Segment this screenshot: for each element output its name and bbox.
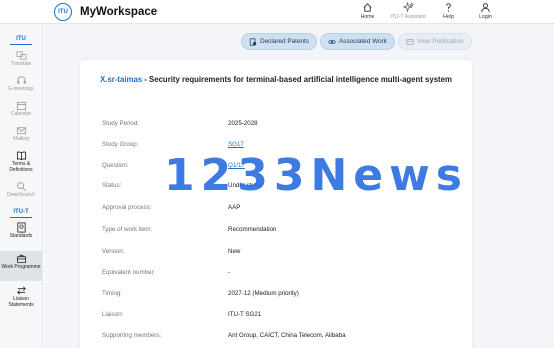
associated-work-button[interactable]: Associated Work (320, 33, 395, 50)
sidebar-item-label: E-meetings (8, 86, 34, 92)
sparkle-icon (402, 2, 414, 13)
sidebar-item-label: Liaison Statements (8, 296, 34, 308)
search-icon (16, 182, 26, 191)
nav-login-label: Login (479, 14, 492, 20)
link-icon (328, 39, 336, 44)
declared-patents-button[interactable]: Declared Patents (241, 33, 318, 50)
nav-assistant-label: ITU-T Assistant (390, 14, 426, 20)
field-label: Approval process: (102, 204, 152, 211)
standards-icon (16, 222, 26, 233)
field-row: Liaison: ITU-T SG21 (102, 311, 462, 318)
mail-icon (16, 127, 26, 135)
watermark-overlay: 1233News (164, 150, 468, 201)
field-label: Equivalent number: (102, 269, 156, 276)
field-label: Type of work item: (102, 226, 153, 233)
sidebar-item-label: Standards (9, 233, 33, 239)
associated-work-label: Associated Work (339, 38, 387, 45)
sidebar-item-mailing[interactable]: Mailing (0, 125, 42, 147)
top-bar: ITU MyWorkspace Home ITU-T Assistant Hel… (0, 0, 554, 24)
sidebar-item-terms[interactable]: Terms & Definitions (0, 150, 42, 178)
field-row: Study Group: SG17 (102, 141, 462, 148)
calendar-icon (16, 101, 26, 111)
sidebar-item-translate[interactable]: Translate (0, 50, 42, 72)
sidebar: ITU Translate E-meetings Calendar Mailin… (0, 24, 43, 348)
sidebar-item-deepsearch[interactable]: DeepSearch (0, 181, 42, 203)
sidebar-section-itut: ITU-T (10, 209, 32, 218)
sidebar-item-standards[interactable]: Standards (0, 222, 42, 248)
sidebar-item-emeetings[interactable]: E-meetings (0, 75, 42, 97)
work-item-code[interactable]: X.sr-taimas (100, 75, 142, 84)
sidebar-item-label: Calendar (10, 111, 32, 117)
nav-help-label: Help (443, 14, 454, 20)
itu-logo[interactable]: ITU (54, 2, 72, 21)
nav-assistant[interactable]: ITU-T Assistant (386, 2, 430, 20)
field-label: Study Period: (102, 120, 140, 127)
field-row: Study Period: 2025-2028 (102, 120, 462, 127)
sidebar-item-calendar[interactable]: Calendar (0, 100, 42, 122)
headset-icon (16, 76, 26, 84)
work-item-title: X.sr-taimas - Security requirements for … (92, 74, 460, 86)
logo-text: ITU (58, 8, 68, 15)
view-publication-label: View Publication (416, 38, 464, 45)
top-nav: Home ITU-T Assistant Help Login (349, 2, 504, 20)
field-label: Liaison: (102, 311, 124, 318)
field-label: Timing: (102, 290, 123, 297)
sidebar-item-work-programme[interactable]: Work Programme (0, 251, 42, 281)
sidebar-item-label: Translate (10, 61, 32, 67)
sidebar-section-itu: ITU (10, 36, 32, 45)
action-tabs: Declared Patents Associated Work View Pu… (241, 33, 472, 50)
field-row: Supporting members: Ant Group, CAICT, Chi… (102, 332, 462, 339)
sidebar-item-label: Mailing (13, 136, 29, 142)
field-row: Equivalent number: - (102, 269, 462, 276)
nav-home[interactable]: Home (349, 2, 386, 20)
field-value: 2025-2028 (228, 120, 258, 127)
sidebar-item-liaison[interactable]: Liaison Statements (0, 285, 42, 315)
declared-patents-label: Declared Patents (260, 38, 310, 45)
field-row: Timing: 2027-12 (Medium priority) (102, 290, 462, 297)
study-group-link[interactable]: SG17 (228, 141, 244, 148)
nav-home-label: Home (360, 14, 375, 20)
field-value: Recommendation (228, 226, 277, 233)
field-label: Version: (102, 248, 125, 255)
view-publication-button[interactable]: View Publication (397, 33, 472, 50)
work-item-card: X.sr-taimas - Security requirements for … (80, 60, 472, 348)
nav-help[interactable]: Help (430, 2, 467, 20)
work-item-title-text: - Security requirements for terminal-bas… (142, 75, 452, 84)
field-row: Type of work item: Recommendation (102, 226, 462, 233)
publication-icon (406, 38, 414, 45)
app-title: MyWorkspace (80, 5, 158, 18)
field-row: Version: New (102, 248, 462, 255)
exchange-icon (16, 286, 26, 295)
sidebar-item-label: Terms & Definitions (9, 161, 33, 173)
user-icon (481, 3, 490, 13)
patent-icon (249, 37, 257, 46)
sidebar-item-label: Work Programme (1, 264, 41, 270)
field-label: Study Group: (102, 141, 139, 148)
briefcase-icon (16, 254, 26, 264)
translate-icon (16, 51, 26, 60)
question-icon (446, 3, 451, 12)
field-value: AAP (228, 204, 241, 211)
field-value: New (228, 248, 241, 255)
field-value: 2027-12 (Medium priority) (228, 290, 299, 297)
field-value: - (228, 269, 231, 276)
home-icon (363, 3, 372, 12)
field-value: ITU-T SG21 (228, 311, 262, 318)
nav-login[interactable]: Login (467, 2, 504, 20)
field-row: Approval process: AAP (102, 204, 462, 211)
field-label: Supporting members: (102, 332, 162, 339)
book-icon (16, 151, 26, 161)
sidebar-item-label: DeepSearch (7, 192, 35, 198)
field-value: Ant Group, CAICT, China Telecom, Alibaba (228, 332, 346, 339)
